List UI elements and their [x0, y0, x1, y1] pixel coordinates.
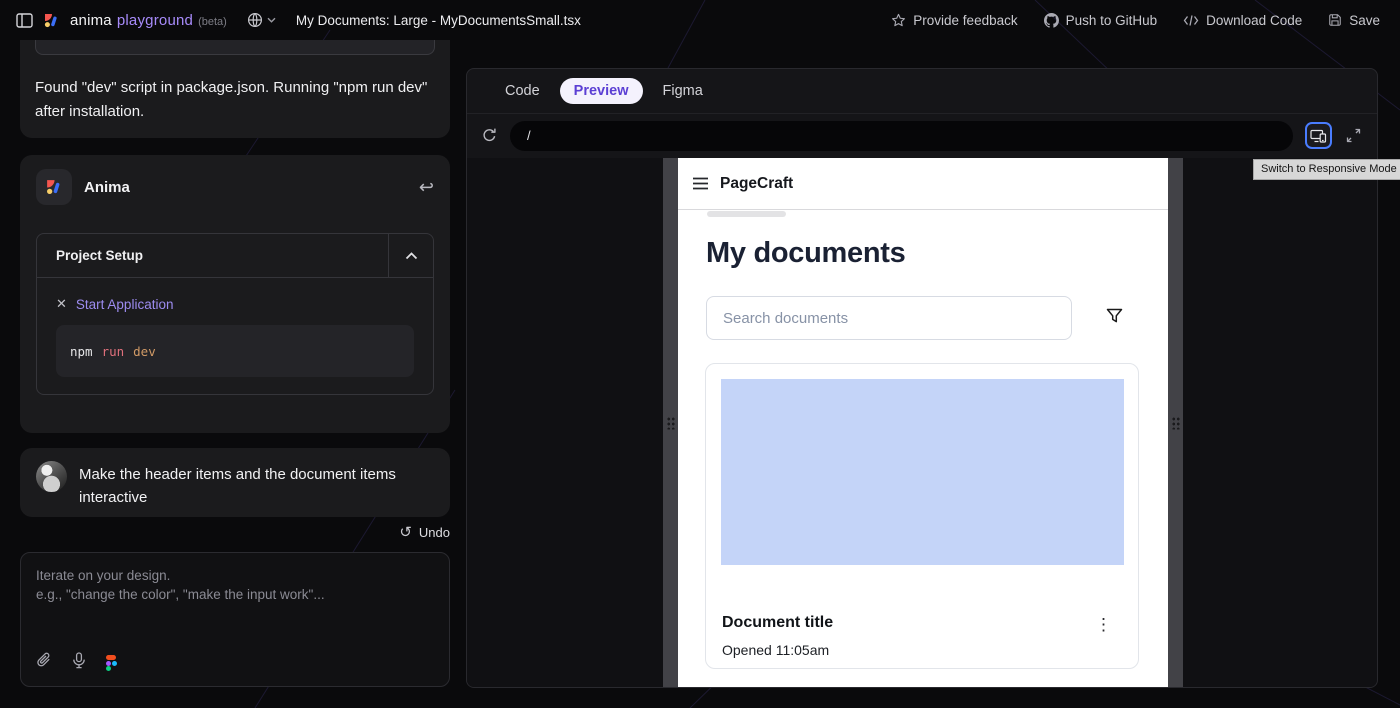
globe-icon: [247, 12, 262, 28]
app-window: anima playground (beta) My Documents: La…: [0, 0, 1400, 708]
resize-handle-right[interactable]: [1168, 158, 1183, 687]
anima-card-title: Anima: [84, 178, 130, 196]
responsive-mode-tooltip: Switch to Responsive Mode: [1253, 159, 1400, 180]
composer-placeholder-line1: Iterate on your design.: [36, 568, 171, 583]
collapse-section-button[interactable]: [388, 233, 433, 278]
push-to-github-label: Push to GitHub: [1065, 12, 1158, 28]
brand-playground: playground: [116, 11, 194, 29]
preview-viewport: PageCraft My documents Search documents …: [467, 158, 1377, 687]
app-header: PageCraft: [678, 158, 1168, 210]
chevron-up-icon: [405, 251, 417, 259]
chevron-down-icon: [267, 17, 276, 23]
undo-label: Undo: [418, 525, 450, 540]
topbar: anima playground (beta) My Documents: La…: [0, 0, 1400, 40]
start-application-step[interactable]: ✕ Start Application: [56, 296, 414, 312]
anima-icon: [47, 180, 60, 194]
app-heading: My documents: [706, 237, 906, 269]
document-title: Document title: [722, 614, 834, 631]
prompt-composer[interactable]: Iterate on your design. e.g., "change th…: [20, 552, 450, 687]
github-icon: [1043, 12, 1059, 28]
command-code-block: npm run dev: [56, 325, 414, 377]
push-to-github-button[interactable]: Push to GitHub: [1043, 12, 1158, 28]
beta-tag: (beta): [198, 15, 227, 28]
anima-card-logo-chip: [36, 169, 72, 205]
command-token-npm: npm: [70, 343, 93, 359]
url-value: /: [527, 128, 531, 143]
composer-placeholder-line2: e.g., "change the color", "make the inpu…: [36, 587, 325, 602]
command-token-run: run: [101, 343, 125, 359]
page-title: My Documents: Large - MyDocumentsSmall.t…: [295, 12, 581, 28]
app-name: PageCraft: [720, 174, 794, 192]
command-token-dev: dev: [133, 343, 156, 359]
provide-feedback-button[interactable]: Provide feedback: [891, 12, 1018, 28]
fullscreen-icon[interactable]: [1346, 128, 1361, 143]
brand-wordmark: anima playground (beta): [70, 12, 227, 29]
user-avatar: [36, 461, 67, 492]
save-button[interactable]: Save: [1328, 13, 1380, 28]
filter-button[interactable]: [1105, 307, 1124, 325]
attach-file-icon[interactable]: [36, 652, 52, 674]
download-code-button[interactable]: Download Code: [1183, 13, 1302, 28]
rendered-app-frame: PageCraft My documents Search documents …: [678, 158, 1168, 687]
save-icon: [1329, 14, 1341, 26]
download-code-label: Download Code: [1206, 12, 1303, 28]
anima-agent-card: Anima ↩ Project Setup ✕ Start Applicatio…: [20, 155, 450, 433]
hamburger-menu-icon[interactable]: [692, 177, 709, 190]
resize-handle-left[interactable]: [663, 158, 678, 687]
start-application-label: Start Application: [75, 296, 174, 312]
drag-dots: [1171, 416, 1180, 429]
system-message-text: Found "dev" script in package.json. Runn…: [35, 79, 428, 120]
url-input[interactable]: /: [510, 120, 1293, 151]
document-card[interactable]: Document title Opened 11:05am ⋮: [705, 363, 1139, 669]
user-message-card: Make the header items and the document i…: [20, 448, 450, 517]
responsive-mode-icon: [1310, 129, 1327, 143]
preview-panel: Code Preview Figma / PageCraft My docume…: [466, 68, 1378, 688]
preview-toolbar: /: [467, 113, 1377, 157]
tab-figma[interactable]: Figma: [651, 78, 715, 104]
tab-code[interactable]: Code: [493, 78, 552, 104]
document-menu-icon[interactable]: ⋮: [1095, 616, 1112, 633]
figma-icon[interactable]: [106, 655, 117, 671]
filter-funnel-icon: [1106, 308, 1123, 323]
search-placeholder: Search documents: [723, 309, 849, 327]
microphone-icon[interactable]: [72, 652, 86, 674]
truncated-code-block: [35, 40, 435, 55]
code-icon: [1183, 14, 1199, 26]
revert-icon[interactable]: ↩: [419, 178, 434, 196]
responsive-mode-button[interactable]: [1305, 122, 1332, 149]
close-icon[interactable]: ✕: [56, 296, 67, 312]
project-setup-title: Project Setup: [56, 248, 144, 263]
chat-sidebar: Found "dev" script in package.json. Runn…: [20, 40, 450, 708]
system-message-card: Found "dev" script in package.json. Runn…: [20, 40, 450, 138]
undo-button[interactable]: ↺ Undo: [399, 525, 450, 540]
document-thumbnail: [721, 379, 1124, 565]
provide-feedback-label: Provide feedback: [913, 12, 1018, 28]
tab-preview[interactable]: Preview: [559, 78, 643, 104]
environment-dropdown[interactable]: [247, 12, 276, 28]
horizontal-scrollbar[interactable]: [707, 211, 786, 217]
drag-dots: [666, 416, 675, 429]
star-icon: [892, 13, 906, 26]
brand-anima: anima: [70, 11, 112, 29]
sidebar-toggle-icon[interactable]: [16, 12, 33, 28]
search-input[interactable]: Search documents: [706, 296, 1072, 340]
project-setup-section: Project Setup ✕ Start Application npm ru…: [36, 233, 434, 395]
user-message-text: Make the header items and the document i…: [79, 466, 396, 506]
save-label: Save: [1349, 12, 1380, 28]
refresh-icon[interactable]: [481, 127, 498, 144]
undo-icon: ↺: [399, 524, 412, 541]
document-meta: Opened 11:05am: [722, 642, 830, 658]
anima-logo: [43, 12, 60, 29]
view-tabbar: Code Preview Figma: [467, 69, 1377, 113]
